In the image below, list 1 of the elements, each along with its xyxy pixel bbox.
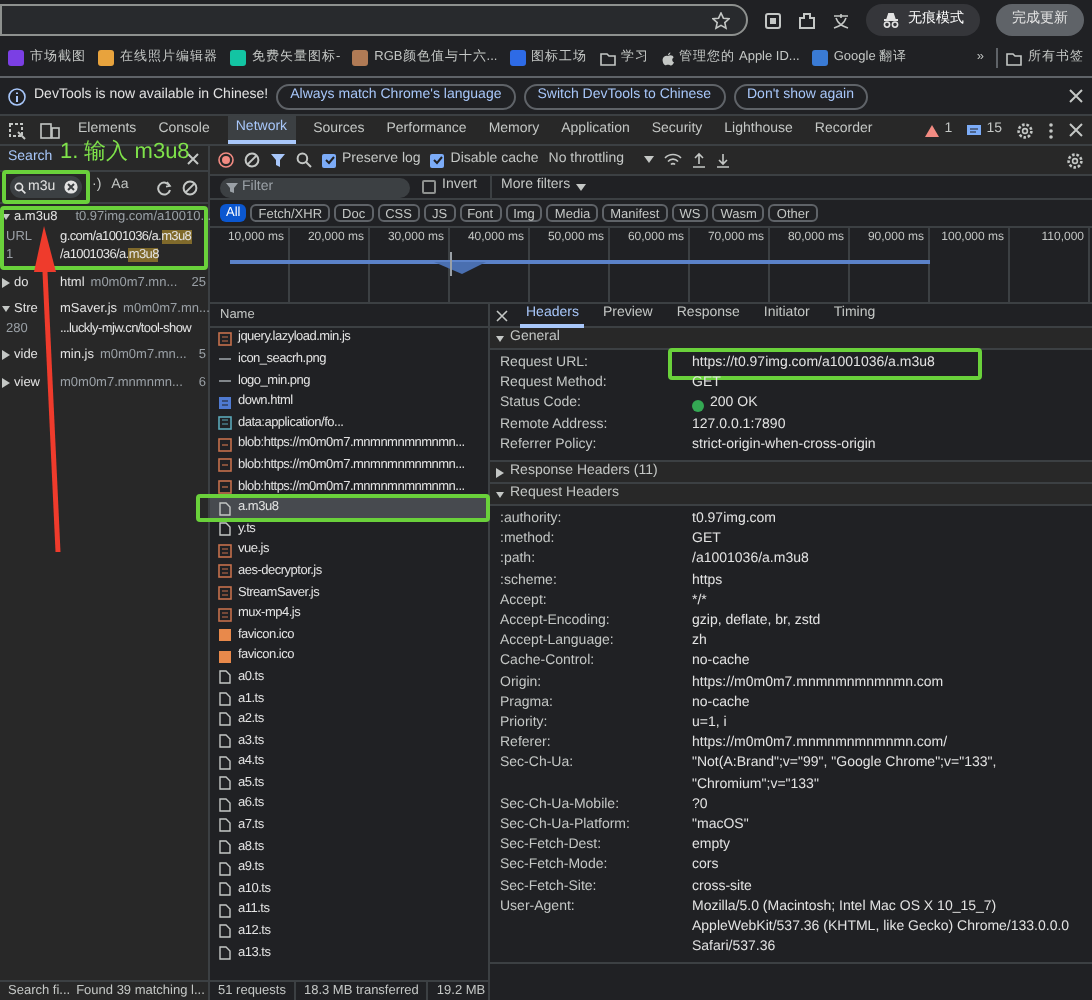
annotation-label: 1. 输入 m3u8	[60, 140, 190, 164]
